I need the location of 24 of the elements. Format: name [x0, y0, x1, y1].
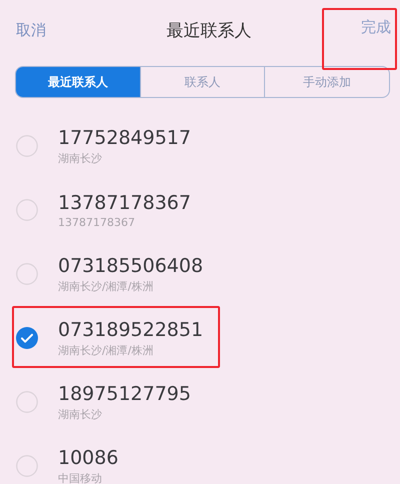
checked-radio-icon[interactable] — [16, 327, 38, 349]
phone-number: 18975127795 — [58, 382, 191, 404]
page-title: 最近联系人 — [166, 20, 252, 42]
phone-number: 17752849517 — [58, 126, 191, 148]
contact-detail: 湖南长沙/湘潭/株洲 — [58, 342, 154, 358]
contact-detail: 湖南长沙 — [58, 406, 103, 422]
tab[interactable]: 手动添加 — [264, 67, 389, 97]
contact-detail: 中国移动 — [58, 470, 103, 484]
radio-icon[interactable] — [16, 263, 38, 285]
phone-number: 10086 — [58, 446, 118, 468]
cancel-button[interactable]: 取消 — [16, 20, 46, 40]
contact-detail: 湖南长沙/湘潭/株洲 — [58, 278, 154, 294]
done-button[interactable]: 完成 — [361, 18, 391, 36]
phone-number: 073189522851 — [58, 318, 204, 340]
contact-detail: 湖南长沙 — [58, 150, 103, 166]
phone-number: 13787178367 — [58, 192, 191, 214]
radio-icon[interactable] — [16, 135, 38, 157]
radio-icon[interactable] — [16, 391, 38, 413]
phone-number: 073185506408 — [58, 254, 204, 276]
tab[interactable]: 联系人 — [140, 67, 264, 97]
tab[interactable]: 最近联系人 — [16, 67, 140, 97]
radio-icon[interactable] — [16, 455, 38, 477]
radio-icon[interactable] — [16, 199, 38, 221]
contact-detail: 13787178367 — [58, 216, 136, 228]
